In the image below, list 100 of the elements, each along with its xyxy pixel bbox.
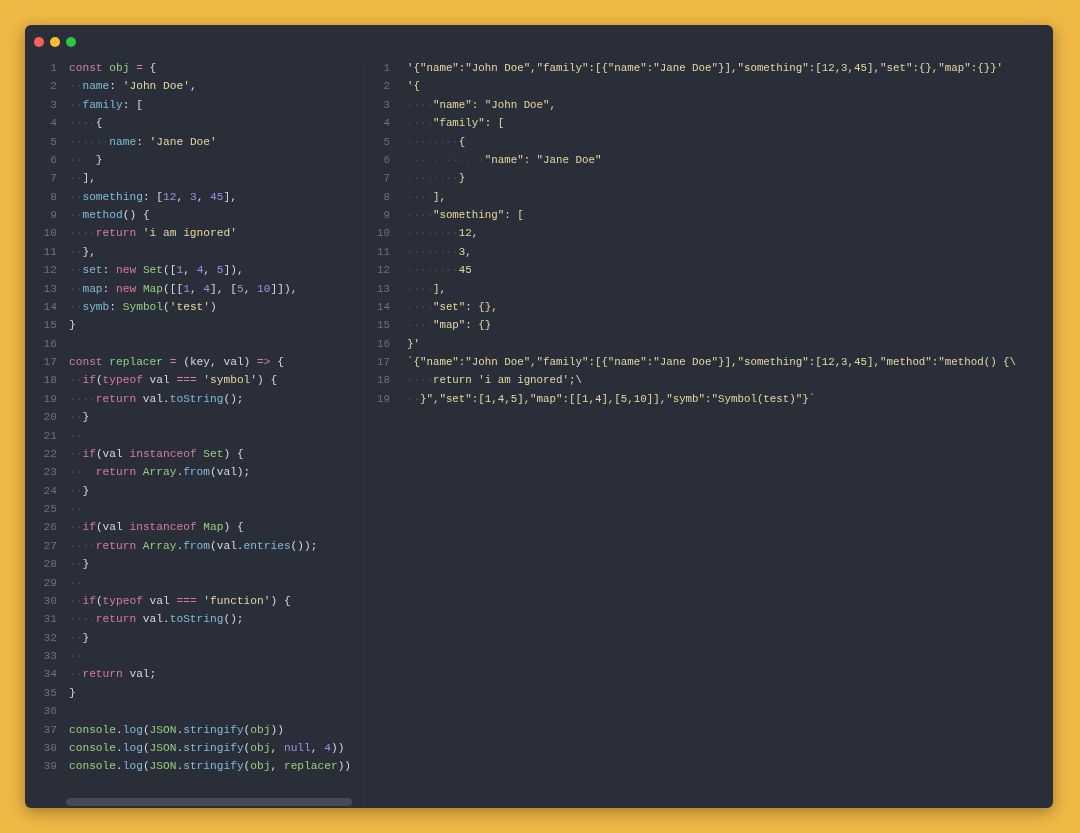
line-number: 18 [42,373,58,389]
output-line: '{ [407,79,420,95]
output-line: ····"map": {} [407,318,492,334]
line-number: 34 [42,667,58,683]
code-line: console.log(JSON.stringify(obj, replacer)) [69,759,352,775]
line-number: 39 [42,759,58,775]
line-number: 10 [42,226,58,242]
line-number: 16 [376,336,391,352]
code-line: ··if(val instanceof Map) { [69,520,244,536]
line-number: 13 [376,281,391,297]
line-number: 31 [42,612,58,628]
line-number: 12 [376,263,391,279]
line-number: 20 [42,410,58,426]
line-number: 22 [42,446,58,462]
line-number: 2 [49,79,58,95]
code-line: ······name: 'Jane Doe' [69,134,217,150]
line-number: 17 [376,355,391,370]
output-line: ········{ [407,134,466,150]
line-number: 3 [49,97,58,113]
line-number: 25 [42,502,58,517]
scrollbar-thumb[interactable] [66,798,352,806]
code-line: ····} [69,152,103,168]
line-number: 5 [382,134,391,150]
code-line: ··set: new Set([1, 4, 5]), [69,263,244,279]
code-line: ··], [69,171,96,187]
output-line: ····"something": [ [407,208,524,223]
output-line: ········45 [407,263,472,279]
line-number: 28 [42,557,58,573]
output-line: ········3, [407,244,472,260]
output-line: ····], [407,281,446,297]
line-number: 14 [42,299,58,315]
line-number: 18 [376,373,391,389]
code-line: ··if(typeof val === 'function') { [69,593,291,609]
line-number: 16 [42,336,58,352]
line-number: 12 [42,263,58,279]
line-number: 14 [376,299,391,315]
code-line: ····return Array.from(val.entries()); [69,538,318,554]
line-number: 15 [42,318,58,334]
line-number: 4 [382,116,391,132]
line-number: 11 [42,244,58,260]
line-number: 10 [376,226,391,242]
line-number: 33 [42,649,58,664]
line-number: 21 [42,428,58,444]
code-line: ··method() { [69,208,150,223]
line-number: 27 [42,538,58,554]
code-line: ····return Array.from(val); [69,465,251,481]
code-line: ·· [69,428,83,444]
output-line: }' [407,336,420,352]
line-number: 3 [382,97,391,113]
line-number: 4 [49,116,58,132]
code-line: ····return val.toString(); [69,391,244,407]
output-line: ··}","set":[1,4,5],"map":[[1,4],[5,10]],"symb":"Symbol(test)"}` [407,391,816,407]
code-line: } [69,318,76,334]
line-number: 1 [382,61,391,76]
output-line: ········} [407,171,466,187]
line-number: 7 [49,171,58,187]
line-number: 6 [382,152,391,168]
code-line: const obj = { [69,61,157,76]
code-line: ··} [69,630,90,646]
line-number: 23 [42,465,58,481]
code-line: ····return 'i am ignored' [69,226,237,242]
code-line: ····{ [69,116,103,132]
line-number: 29 [42,575,58,591]
output-line: `{"name":"John Doe","family":[{"name":"Jane Doe"}],"something":[12,3,45],"method":"method() {\ [407,355,1017,370]
code-line: ··} [69,557,90,573]
code-line: ·· [69,575,83,591]
code-line: ··map: new Map([[1, 4], [5, 10]]), [69,281,298,297]
output-line: ············"name": "Jane Doe" [407,152,602,168]
line-number: 26 [42,520,58,536]
line-number: 1 [49,61,58,76]
code-line: console.log(JSON.stringify(obj, null, 4)) [69,740,345,756]
code-line: ··family: [ [69,97,143,113]
line-number: 8 [49,189,58,205]
line-number: 9 [49,208,58,223]
code-line: ··name: 'John Doe', [69,79,197,95]
code-line: ··something: [12, 3, 45], [69,189,237,205]
line-number: 30 [42,593,58,609]
code-line: ··if(val instanceof Set) { [69,446,244,462]
output-line: ····"family": [ [407,116,505,132]
line-number: 36 [42,704,58,720]
line-number: 38 [42,740,58,756]
code-line: ··symb: Symbol('test') [69,299,217,315]
line-number: 37 [42,722,58,738]
code-line: ··} [69,483,90,499]
line-number: 8 [382,189,391,205]
code-line: const replacer = (key, val) => { [69,355,284,370]
line-number: 32 [42,630,58,646]
line-number: 19 [42,391,58,407]
line-number: 17 [42,355,58,370]
line-number: 24 [42,483,58,499]
output-line: ····"name": "John Doe", [407,97,557,113]
code-line: } [69,685,76,701]
line-number: 13 [42,281,58,297]
line-number: 35 [42,685,58,701]
code-line: ··return val; [69,667,157,683]
code-line: ··if(typeof val === 'symbol') { [69,373,278,389]
line-number: 11 [376,244,391,260]
code-line: ··}, [69,244,96,260]
code-line: ····return val.toString(); [69,612,244,628]
line-number: 5 [49,134,58,150]
